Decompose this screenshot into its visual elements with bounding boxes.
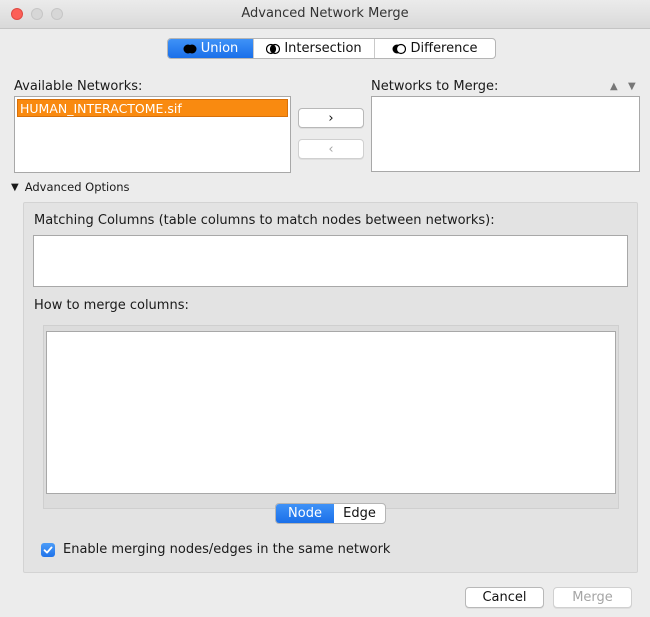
union-tab-label: Union — [200, 41, 239, 56]
merge-columns-label: How to merge columns: — [34, 298, 189, 313]
add-network-button-label: › — [328, 110, 334, 126]
difference-tab-label: Difference — [410, 41, 478, 56]
available-networks-list[interactable]: HUMAN_INTERACTOME.sif — [14, 96, 291, 173]
window-title: Advanced Network Merge — [241, 6, 409, 21]
cancel-button-label: Cancel — [482, 590, 527, 605]
merge-columns-table[interactable] — [46, 331, 616, 494]
edge-tab-label: Edge — [343, 506, 376, 521]
advanced-options-label: Advanced Options — [24, 180, 130, 194]
disclosure-triangle-icon: ▼ — [11, 181, 19, 193]
difference-icon — [392, 43, 407, 54]
node-edge-toggle: Node Edge — [275, 503, 386, 524]
enable-same-network-option[interactable]: Enable merging nodes/edges in the same n… — [41, 542, 390, 557]
network-list-item[interactable]: HUMAN_INTERACTOME.sif — [17, 99, 288, 117]
networks-to-merge-list[interactable] — [371, 96, 640, 172]
advanced-options-toggle[interactable]: ▼ Advanced Options — [11, 180, 130, 194]
enable-same-network-checkbox[interactable] — [41, 542, 55, 557]
enable-same-network-label: Enable merging nodes/edges in the same n… — [63, 542, 391, 557]
union-tab[interactable]: Union — [168, 39, 254, 58]
intersection-tab-label: Intersection — [284, 41, 362, 56]
add-network-button[interactable]: › — [298, 108, 364, 128]
node-tab[interactable]: Node — [276, 504, 334, 523]
remove-network-button[interactable]: ‹ — [298, 139, 364, 159]
edge-tab[interactable]: Edge — [334, 504, 385, 523]
matching-columns-table[interactable] — [33, 235, 628, 287]
available-networks-label: Available Networks: — [14, 79, 143, 94]
remove-network-button-label: ‹ — [328, 141, 334, 157]
title-bar: Advanced Network Merge — [0, 0, 650, 29]
merge-button[interactable]: Merge — [553, 587, 632, 608]
intersection-icon — [266, 43, 281, 54]
checkmark-icon — [43, 546, 53, 553]
networks-to-merge-label: Networks to Merge: — [371, 79, 499, 94]
move-down-icon[interactable]: ▼ — [628, 81, 636, 92]
intersection-tab[interactable]: Intersection — [254, 39, 375, 58]
node-tab-label: Node — [288, 506, 322, 521]
merge-mode-segmented-control: Union Intersection Difference — [167, 38, 496, 59]
difference-tab[interactable]: Difference — [375, 39, 495, 58]
merge-button-label: Merge — [572, 590, 613, 605]
cancel-button[interactable]: Cancel — [465, 587, 544, 608]
move-up-icon[interactable]: ▲ — [610, 81, 618, 92]
matching-columns-label: Matching Columns (table columns to match… — [34, 213, 495, 228]
union-icon — [183, 44, 197, 53]
